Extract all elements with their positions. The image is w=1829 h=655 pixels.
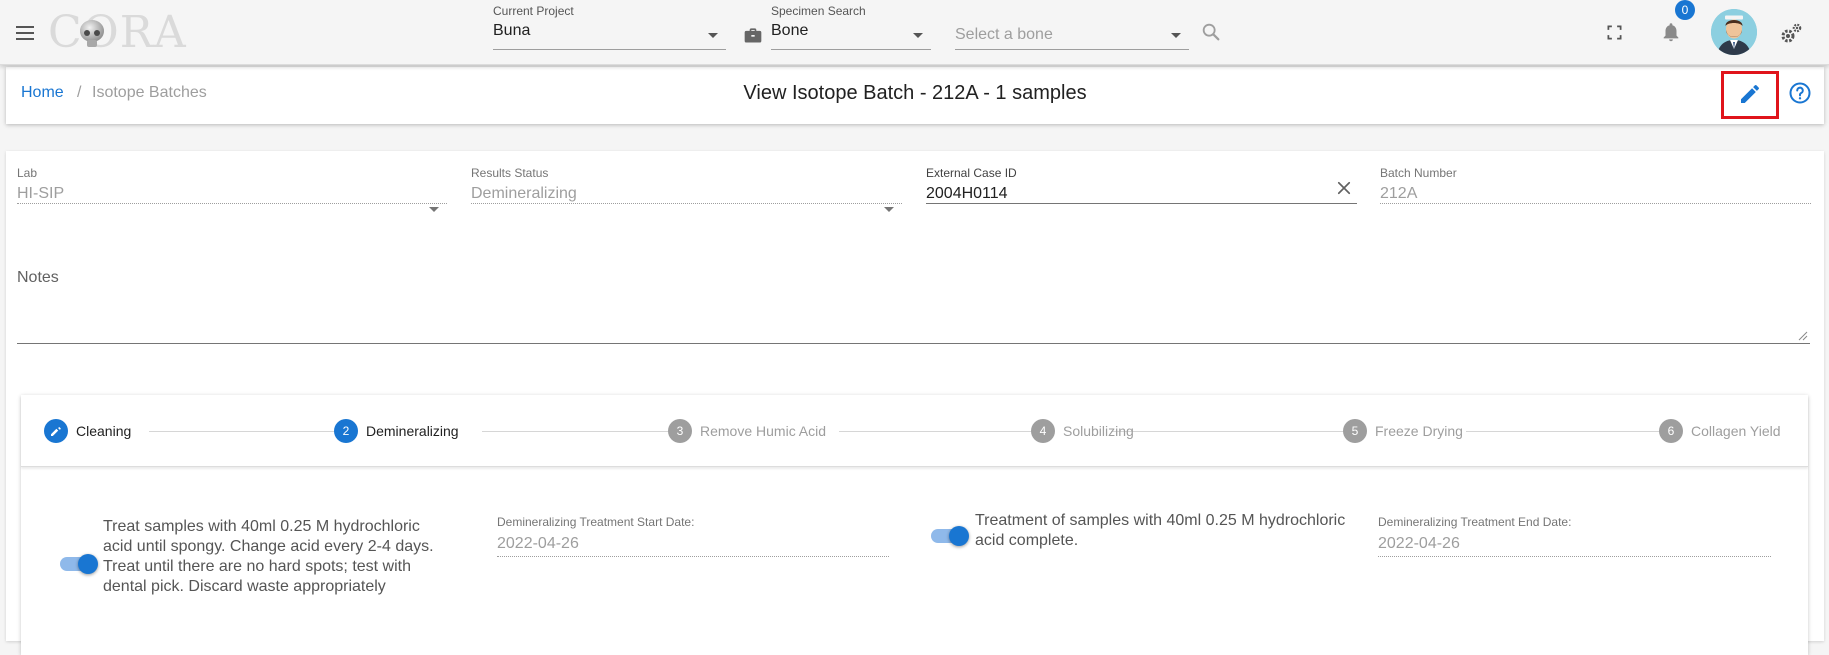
toggle-knob (949, 526, 969, 546)
stepper-header: Cleaning 2 Demineralizing 3 Remove Humic… (21, 395, 1808, 467)
specimen-search-select[interactable]: Specimen Search Bone (771, 4, 931, 50)
treatment-complete-description: Treatment of samples with 40ml 0.25 M hy… (975, 512, 1346, 549)
pencil-icon (51, 427, 61, 436)
step-remove-humic-acid[interactable]: 3 Remove Humic Acid (668, 419, 826, 443)
notes-textarea[interactable] (17, 298, 1810, 342)
end-date-label: Demineralizing Treatment End Date: (1378, 515, 1572, 529)
lab-value: HI-SIP (17, 185, 65, 202)
batch-number-label: Batch Number (1380, 166, 1457, 180)
step-demineralizing[interactable]: 2 Demineralizing (334, 419, 459, 443)
step-freeze-drying[interactable]: 5 Freeze Drying (1343, 419, 1463, 443)
treatment-complete-toggle[interactable] (931, 526, 969, 546)
step-label: Solubilizing (1063, 423, 1134, 439)
help-icon[interactable] (1788, 81, 1812, 105)
chevron-down-icon (1171, 33, 1181, 38)
step-connector (149, 431, 339, 432)
step-number: 6 (1659, 419, 1683, 443)
step-connector (1111, 431, 1349, 432)
start-date-field: Demineralizing Treatment Start Date: 202… (497, 515, 889, 557)
pencil-icon (1741, 84, 1760, 103)
batch-number-field: Batch Number 212A (1380, 166, 1811, 204)
treat-samples-description: Treat samples with 40ml 0.25 M hydrochlo… (103, 518, 434, 595)
chevron-down-icon (429, 207, 439, 212)
bell-icon[interactable] (1660, 20, 1682, 44)
toggle-knob (78, 554, 98, 574)
current-project-label: Current Project (493, 4, 574, 18)
skull-icon (80, 20, 104, 47)
external-case-id-field[interactable]: External Case ID 2004H0114 (926, 166, 1357, 204)
notification-count-badge: 0 (1675, 0, 1695, 20)
lab-label: Lab (17, 166, 38, 180)
step-number: 5 (1343, 419, 1367, 443)
page-title: View Isotope Batch - 212A - 1 samples (743, 82, 1087, 104)
step-connector (839, 431, 1035, 432)
bone-select-placeholder: Select a bone (955, 26, 1053, 43)
specimen-search-label: Specimen Search (771, 4, 866, 18)
cora-logo[interactable]: CORA (48, 9, 186, 57)
clear-icon[interactable] (1335, 179, 1353, 197)
start-date-value: 2022-04-26 (497, 535, 579, 552)
current-project-select[interactable]: Current Project Buna (493, 4, 726, 50)
isotope-batch-form: Lab HI-SIP Results Status Demineralizing… (6, 151, 1824, 655)
end-date-field: Demineralizing Treatment End Date: 2022-… (1378, 515, 1771, 557)
user-avatar-icon (1711, 9, 1757, 55)
step-label: Cleaning (76, 423, 132, 439)
step-label: Freeze Drying (1375, 423, 1463, 439)
settings-icon[interactable] (1779, 22, 1803, 46)
step-connector (1466, 431, 1669, 432)
top-app-bar: CORA Current Project Buna Specimen Searc… (0, 0, 1829, 65)
menu-icon[interactable] (13, 21, 37, 45)
notes-label: Notes (17, 269, 59, 286)
fullscreen-icon[interactable] (1604, 22, 1625, 43)
batch-number-value: 212A (1380, 185, 1418, 202)
step-label: Demineralizing (366, 423, 459, 439)
end-date-value: 2022-04-26 (1378, 535, 1460, 552)
step-collagen-yield[interactable]: 6 Collagen Yield (1659, 419, 1781, 443)
step-number: 2 (334, 419, 358, 443)
chevron-down-icon (884, 207, 894, 212)
step-solubilizing[interactable]: 4 Solubilizing (1031, 419, 1134, 443)
current-project-value: Buna (493, 22, 531, 39)
results-status-select: Results Status Demineralizing (471, 166, 902, 212)
edit-button[interactable] (1721, 71, 1779, 119)
step-number: 3 (668, 419, 692, 443)
process-stepper: Cleaning 2 Demineralizing 3 Remove Humic… (21, 395, 1808, 655)
resize-handle-icon[interactable] (1798, 331, 1808, 341)
step-label: Remove Humic Acid (700, 423, 827, 439)
chevron-down-icon (708, 33, 718, 38)
step-label: Collagen Yield (1691, 423, 1781, 439)
avatar[interactable] (1711, 9, 1757, 55)
start-date-label: Demineralizing Treatment Start Date: (497, 515, 695, 529)
specimen-search-value: Bone (771, 22, 809, 39)
bone-select[interactable]: Select a bone (955, 4, 1189, 50)
external-case-id-value[interactable]: 2004H0114 (926, 185, 1357, 203)
treat-samples-toggle[interactable] (60, 554, 98, 574)
breadcrumb: Home / Isotope Batches View Isotope Batc… (6, 67, 1824, 124)
step-number: 4 (1031, 419, 1055, 443)
external-case-id-label: External Case ID (926, 166, 1017, 180)
notes-field[interactable]: Notes (17, 262, 1810, 344)
logo-text: CORA (48, 7, 187, 58)
step-complete-circle (44, 419, 68, 443)
step-cleaning[interactable]: Cleaning (44, 419, 131, 443)
results-status-label: Results Status (471, 166, 549, 180)
results-status-value: Demineralizing (471, 185, 577, 202)
search-icon[interactable] (1200, 21, 1222, 43)
briefcase-icon (744, 28, 762, 43)
step-connector (482, 431, 672, 432)
lab-select: Lab HI-SIP (17, 166, 447, 212)
chevron-down-icon (913, 33, 923, 38)
